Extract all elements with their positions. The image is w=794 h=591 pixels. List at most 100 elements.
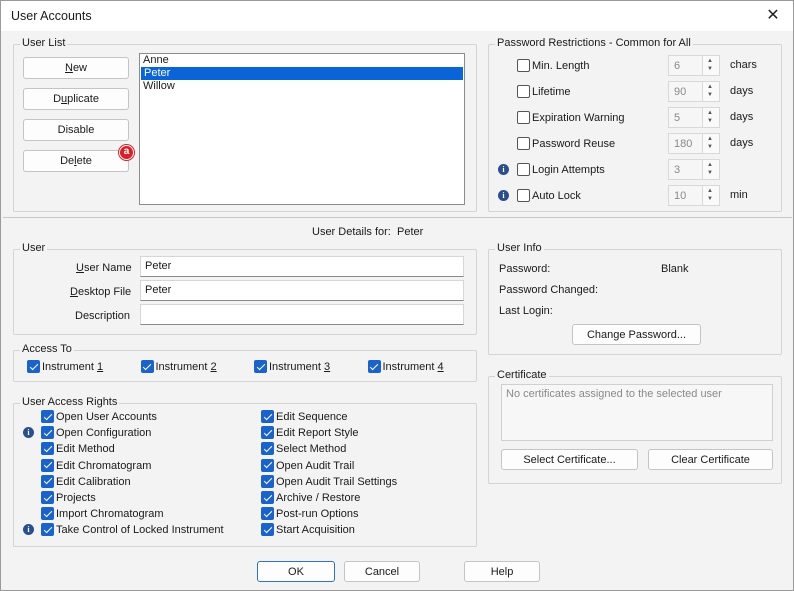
user-item-anne[interactable]: Anne xyxy=(140,54,464,67)
auto-lock-checkbox[interactable] xyxy=(517,189,530,202)
edit-report-style-label: Edit Report Style xyxy=(276,427,359,440)
select-certificate-button[interactable]: Select Certificate... xyxy=(501,449,638,470)
open-user-accounts-checkbox[interactable] xyxy=(41,410,54,423)
instrument-1-checkbox[interactable] xyxy=(27,360,40,373)
start-acquisition-label: Start Acquisition xyxy=(276,524,355,537)
delete-label-b: ete xyxy=(76,155,92,167)
edit-chromatogram-checkbox[interactable] xyxy=(41,458,54,472)
user-name-accel: U xyxy=(76,262,84,274)
user-item-peter[interactable]: Peter xyxy=(140,66,464,81)
instrument-4-checkbox[interactable] xyxy=(367,360,381,373)
instrument-3-checkbox[interactable] xyxy=(254,360,267,373)
spin-arrows[interactable]: ▲ ▼ xyxy=(702,82,719,101)
instrument-3-label: Instrument 3 xyxy=(269,361,330,373)
user-item-willow[interactable]: Willow xyxy=(140,80,464,93)
ok-button[interactable]: OK xyxy=(257,561,335,582)
password-value: Blank xyxy=(661,263,689,275)
help-button[interactable]: Help xyxy=(464,561,540,582)
lifetime-spinbox[interactable]: 90 ▲ ▼ xyxy=(668,81,720,102)
spin-down-icon[interactable]: ▼ xyxy=(707,170,713,176)
spin-arrows[interactable]: ▲ ▼ xyxy=(702,134,719,153)
open-audit-trail-settings-checkbox[interactable] xyxy=(261,474,274,488)
description-input[interactable] xyxy=(140,304,464,325)
spin-down-icon[interactable]: ▼ xyxy=(707,66,713,72)
post-run-options-label: Post-run Options xyxy=(276,508,359,521)
instrument-2-label: Instrument 2 xyxy=(156,361,217,373)
instrument-2-checkbox[interactable] xyxy=(140,360,154,373)
login-attempts-label: Login Attempts xyxy=(532,164,605,176)
instrument-4-label: Instrument 4 xyxy=(383,361,444,373)
open-configuration-label: Open Configuration xyxy=(56,427,152,440)
expiration-warning-spinbox[interactable]: 5 ▲ ▼ xyxy=(668,107,720,128)
spin-arrows[interactable]: ▲ ▼ xyxy=(702,56,719,75)
spin-up-icon[interactable]: ▲ xyxy=(707,162,713,168)
auto-lock-spinbox[interactable]: 10 ▲ ▼ xyxy=(668,185,720,206)
min-length-spinbox[interactable]: 6 ▲ ▼ xyxy=(668,55,720,76)
user-legend: User xyxy=(20,242,48,254)
spin-down-icon[interactable]: ▼ xyxy=(707,92,713,98)
change-password-button[interactable]: Change Password... xyxy=(572,324,701,345)
spin-up-icon[interactable]: ▲ xyxy=(707,136,713,142)
login-attempts-spinbox[interactable]: 3 ▲ ▼ xyxy=(668,159,720,180)
new-accel: N xyxy=(64,62,73,74)
spin-arrows[interactable]: ▲ ▼ xyxy=(702,160,719,179)
edit-report-style-checkbox[interactable] xyxy=(261,426,274,440)
close-icon[interactable]: ✕ xyxy=(761,5,785,27)
min-length-value: 6 xyxy=(674,60,681,72)
post-run-options-checkbox[interactable] xyxy=(261,507,274,521)
cancel-button[interactable]: Cancel xyxy=(344,561,420,582)
clear-certificate-button[interactable]: Clear Certificate xyxy=(648,449,773,470)
spin-up-icon[interactable]: ▲ xyxy=(707,58,713,64)
open-audit-trail-checkbox[interactable] xyxy=(261,458,274,472)
min-length-checkbox[interactable] xyxy=(517,59,530,72)
lifetime-checkbox[interactable] xyxy=(517,85,530,98)
info-icon: i xyxy=(498,190,509,201)
lifetime-label: Lifetime xyxy=(532,86,571,98)
new-button[interactable]: New xyxy=(23,57,129,79)
spin-up-icon[interactable]: ▲ xyxy=(707,188,713,194)
password-reuse-checkbox[interactable] xyxy=(517,137,530,150)
lifetime-unit: days xyxy=(730,85,754,97)
edit-sequence-checkbox[interactable] xyxy=(261,410,274,423)
spin-up-icon[interactable]: ▲ xyxy=(707,84,713,90)
certificate-list[interactable]: No certificates assigned to the selected… xyxy=(501,384,773,441)
spin-down-icon[interactable]: ▼ xyxy=(707,144,713,150)
divider xyxy=(3,217,792,218)
import-chromatogram-checkbox[interactable] xyxy=(41,507,54,521)
disable-button[interactable]: Disable xyxy=(23,119,129,141)
spin-down-icon[interactable]: ▼ xyxy=(707,196,713,202)
edit-calibration-checkbox[interactable] xyxy=(41,474,54,488)
lifetime-value: 90 xyxy=(674,86,687,98)
expiration-warning-checkbox[interactable] xyxy=(517,111,530,124)
details-label: User Details for: xyxy=(312,226,391,238)
instrument-num: 1 xyxy=(97,361,104,373)
login-attempts-checkbox[interactable] xyxy=(517,163,530,176)
projects-checkbox[interactable] xyxy=(41,491,54,504)
spin-arrows[interactable]: ▲ ▼ xyxy=(702,186,719,205)
last-login-label: Last Login: xyxy=(499,305,553,317)
edit-method-checkbox[interactable] xyxy=(41,442,54,456)
password-reuse-spinbox[interactable]: 180 ▲ ▼ xyxy=(668,133,720,154)
instrument-label-text: Instrument xyxy=(269,361,325,373)
duplicate-button[interactable]: Duplicate xyxy=(23,88,129,110)
take-control-of-locked-instrument-checkbox[interactable] xyxy=(41,523,54,537)
spin-arrows[interactable]: ▲ ▼ xyxy=(702,108,719,127)
desktop-label-text: esktop File xyxy=(77,286,132,298)
user-listbox[interactable]: Anne Peter Willow xyxy=(139,53,465,205)
open-audit-trail-label: Open Audit Trail xyxy=(276,459,355,472)
user-name-input[interactable]: Peter xyxy=(140,256,464,277)
login-attempts-value: 3 xyxy=(674,164,681,176)
user-list-legend: User List xyxy=(20,37,68,49)
annotation-badge: a xyxy=(119,145,134,160)
open-configuration-checkbox[interactable] xyxy=(41,426,54,440)
delete-button[interactable]: Delete xyxy=(23,150,129,172)
start-acquisition-checkbox[interactable] xyxy=(261,523,274,537)
dialog-title: User Accounts xyxy=(11,9,92,23)
open-audit-trail-settings-label: Open Audit Trail Settings xyxy=(276,475,398,488)
archive-restore-checkbox[interactable] xyxy=(261,491,274,504)
select-method-checkbox[interactable] xyxy=(261,442,274,456)
spin-down-icon[interactable]: ▼ xyxy=(707,118,713,124)
desktop-file-input[interactable]: Peter xyxy=(140,280,464,301)
delete-label-a: De xyxy=(60,155,75,167)
spin-up-icon[interactable]: ▲ xyxy=(707,110,713,116)
